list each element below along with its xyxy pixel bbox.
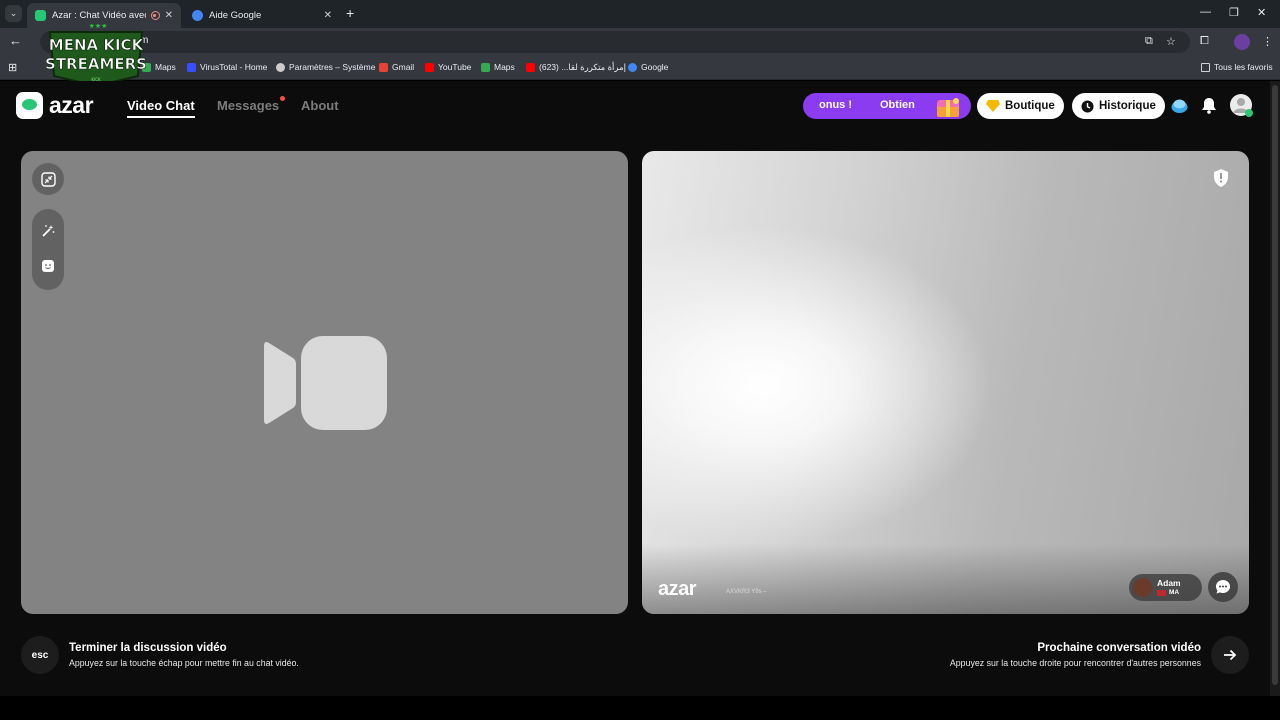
camera-off-placeholder-icon — [264, 336, 387, 430]
partner-avatar — [1133, 578, 1152, 597]
partner-name: Adam — [1157, 578, 1181, 588]
new-tab-button[interactable]: + — [346, 5, 354, 21]
azar-watermark: azar — [658, 578, 697, 600]
arrow-right-icon — [1224, 649, 1237, 661]
bonus-promo-banner[interactable]: onus ! Obtien — [803, 93, 971, 119]
magic-wand-button[interactable] — [40, 223, 56, 239]
tab-google-help[interactable]: Aide Google ✕ — [184, 3, 340, 28]
bookmark-star-icon[interactable]: ☆ — [1166, 35, 1176, 48]
extensions-icon[interactable]: ⧠ — [1200, 35, 1209, 48]
azar-page: azar Video Chat Messages About onus ! Ob… — [0, 81, 1270, 696]
minimize-video-button[interactable] — [32, 163, 64, 195]
youtube-icon — [526, 63, 535, 72]
close-tab-icon[interactable]: ✕ — [165, 10, 173, 21]
close-tab-icon[interactable]: ✕ — [324, 10, 332, 21]
shop-label: Boutique — [1005, 100, 1055, 112]
cast-icon[interactable]: ⧉ — [1145, 35, 1153, 48]
bookmark-youtube[interactable]: YouTube — [425, 62, 471, 72]
local-video-panel — [21, 151, 628, 614]
bookmark-maps-2[interactable]: Maps — [481, 62, 515, 72]
video-effects-group — [32, 209, 64, 290]
maps-icon — [481, 62, 490, 72]
morocco-flag-icon — [1157, 590, 1166, 596]
end-chat-title: Terminer la discussion vidéo — [69, 642, 227, 654]
history-label: Historique — [1099, 100, 1156, 112]
page-scrollbar[interactable] — [1270, 81, 1280, 696]
magic-wand-icon — [42, 225, 55, 237]
overlay-line1: MENA KICK — [49, 36, 145, 54]
nav-video-chat[interactable]: Video Chat — [127, 98, 195, 118]
recording-indicator-icon — [150, 11, 160, 20]
end-chat-esc-button[interactable]: esc — [21, 636, 59, 674]
tab-title: Aide Google — [209, 10, 262, 21]
gear-icon — [276, 62, 285, 72]
minimize-icon[interactable]: — — [1200, 6, 1211, 18]
address-bar[interactable]: m — [40, 31, 1190, 53]
promo-text-2: Obtien — [880, 99, 915, 111]
restore-icon[interactable]: ❐ — [1229, 6, 1239, 19]
virustotal-icon — [187, 62, 196, 72]
bookmark-maps[interactable]: Maps — [142, 62, 176, 72]
clock-icon — [1081, 100, 1094, 112]
azar-logo-text: azar — [49, 92, 94, 118]
chat-button[interactable] — [1208, 572, 1238, 602]
tab-title: Azar : Chat Vidéo avec de n — [52, 10, 146, 21]
collapse-arrows-icon — [40, 171, 56, 187]
next-chat-title: Prochaine conversation vidéo — [1037, 642, 1201, 654]
azar-favicon-icon — [35, 10, 46, 21]
gems-icon[interactable] — [1170, 96, 1189, 115]
bookmarks-bar: ⊞ Maps VirusTotal - Home Paramètres – Sy… — [0, 56, 1280, 80]
mena-kick-streamers-logo: ★★★ MENA KICK STREAMERS KICK — [46, 24, 146, 88]
promo-text-1: onus ! — [819, 99, 852, 111]
gmail-icon — [379, 62, 388, 72]
browser-toolbar: ← m ⧉ ☆ ⧠ ⋮ — [0, 28, 1280, 56]
sticker-button[interactable] — [40, 258, 56, 274]
diamond-icon — [986, 100, 1000, 112]
history-button[interactable]: Historique — [1072, 93, 1165, 119]
bell-icon[interactable] — [1201, 97, 1217, 114]
window-close-icon[interactable]: ✕ — [1257, 6, 1266, 19]
nav-about[interactable]: About — [301, 98, 339, 113]
partner-user-chip[interactable]: Adam MA — [1129, 574, 1202, 601]
report-shield-icon[interactable] — [1213, 169, 1229, 187]
chat-bubble-icon — [1216, 580, 1230, 594]
browser-tab-strip: ⌄ Azar : Chat Vidéo avec de n ✕ Aide Goo… — [0, 0, 1280, 28]
bookmark-virustotal[interactable]: VirusTotal - Home — [187, 62, 267, 72]
google-favicon-icon — [192, 10, 203, 21]
remote-video-panel: azar AXVKR3 Y9s – Adam MA — [642, 151, 1249, 614]
azar-logo-icon — [16, 92, 43, 119]
apps-grid-icon[interactable]: ⊞ — [8, 61, 17, 74]
back-icon[interactable]: ← — [9, 33, 22, 48]
all-bookmarks[interactable]: Tous les favoris — [1201, 62, 1273, 72]
youtube-icon — [425, 62, 434, 72]
messages-notification-dot — [280, 96, 285, 101]
azar-logo[interactable]: azar — [16, 92, 94, 119]
user-avatar-icon[interactable] — [1230, 94, 1254, 118]
profile-avatar[interactable] — [1234, 34, 1250, 50]
svg-text:★★★: ★★★ — [89, 24, 108, 30]
folder-icon — [1201, 62, 1210, 72]
bookmark-gmail[interactable]: Gmail — [379, 62, 414, 72]
menu-kebab-icon[interactable]: ⋮ — [1262, 35, 1273, 48]
bookmark-google[interactable]: Google — [628, 62, 668, 72]
treasure-chest-icon — [937, 98, 959, 117]
tab-search-chevron-icon[interactable]: ⌄ — [5, 5, 22, 22]
next-chat-subtitle: Appuyez sur la touche droite pour rencon… — [949, 658, 1201, 668]
nav-messages[interactable]: Messages — [217, 98, 279, 113]
google-icon — [628, 62, 637, 72]
scrollbar-thumb[interactable] — [1272, 85, 1278, 685]
overlay-line2: STREAMERS — [46, 55, 146, 73]
end-chat-subtitle: Appuyez sur la touche échap pour mettre … — [69, 658, 299, 668]
bookmark-youtube-video[interactable]: إمرأة متكررة لقا... (623) — [526, 62, 626, 73]
bookmark-settings[interactable]: Paramètres – Système — [276, 62, 375, 72]
next-chat-button[interactable] — [1211, 636, 1249, 674]
smiley-sticker-icon — [42, 260, 54, 272]
shop-button[interactable]: Boutique — [977, 93, 1064, 119]
watermark-id: AXVKR3 Y9s – — [726, 589, 767, 595]
partner-country: MA — [1169, 589, 1180, 596]
